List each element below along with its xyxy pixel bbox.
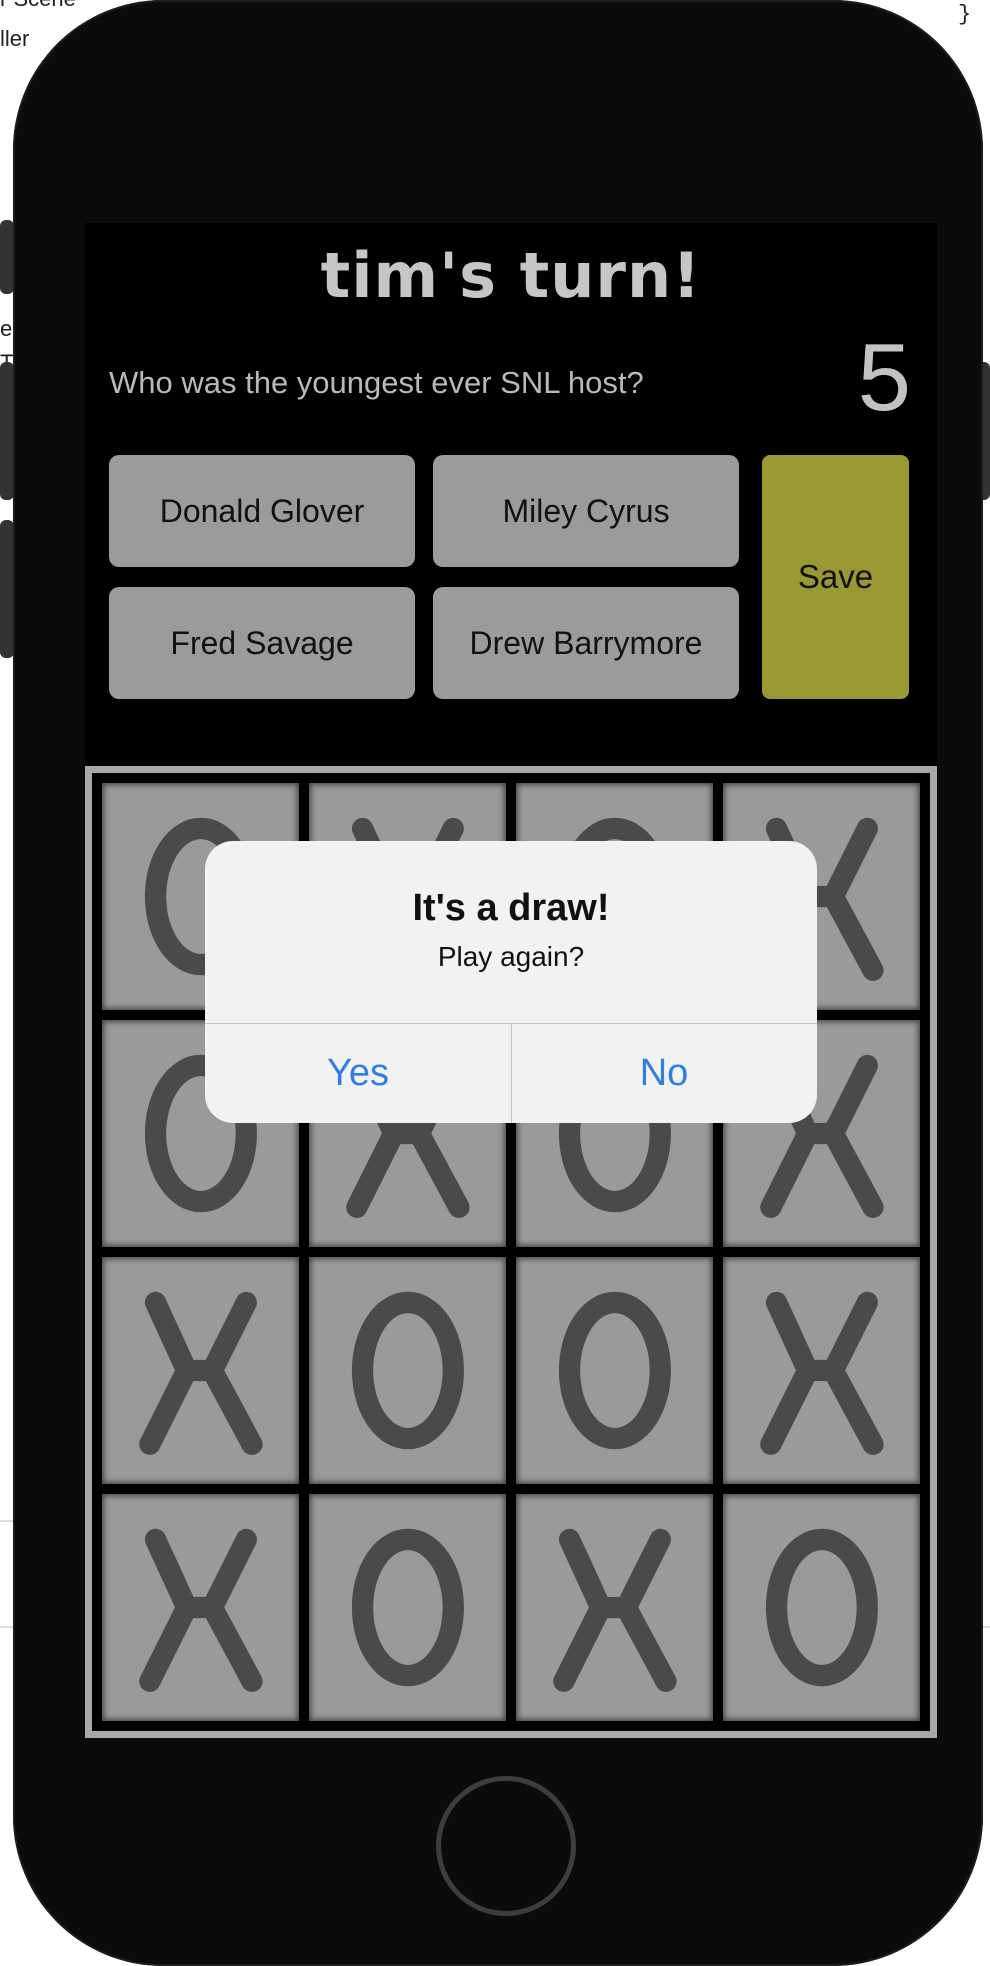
background-text-controller: ller [0,26,30,51]
alert-message: Play again? [437,941,585,972]
draw-alert-dialog: It's a draw! Play again? Yes No [205,841,817,1123]
background-text-scene: r Scene [0,0,76,12]
alert-title: It's a draw! [412,887,610,929]
iphone-simulator-frame: tim's turn! Who was the youngest ever SN… [13,0,983,1966]
background-divider [0,1520,14,1522]
background-toolbar-element [0,520,14,658]
background-toolbar-element [0,220,14,294]
background-toolbar-element [0,362,14,500]
app-screen: tim's turn! Who was the youngest ever SN… [85,223,937,1738]
alert-yes-button[interactable]: Yes [205,1024,511,1123]
alert-no-button[interactable]: No [511,1024,817,1123]
background-code-brace: } [958,2,972,27]
home-button[interactable] [436,1776,576,1916]
